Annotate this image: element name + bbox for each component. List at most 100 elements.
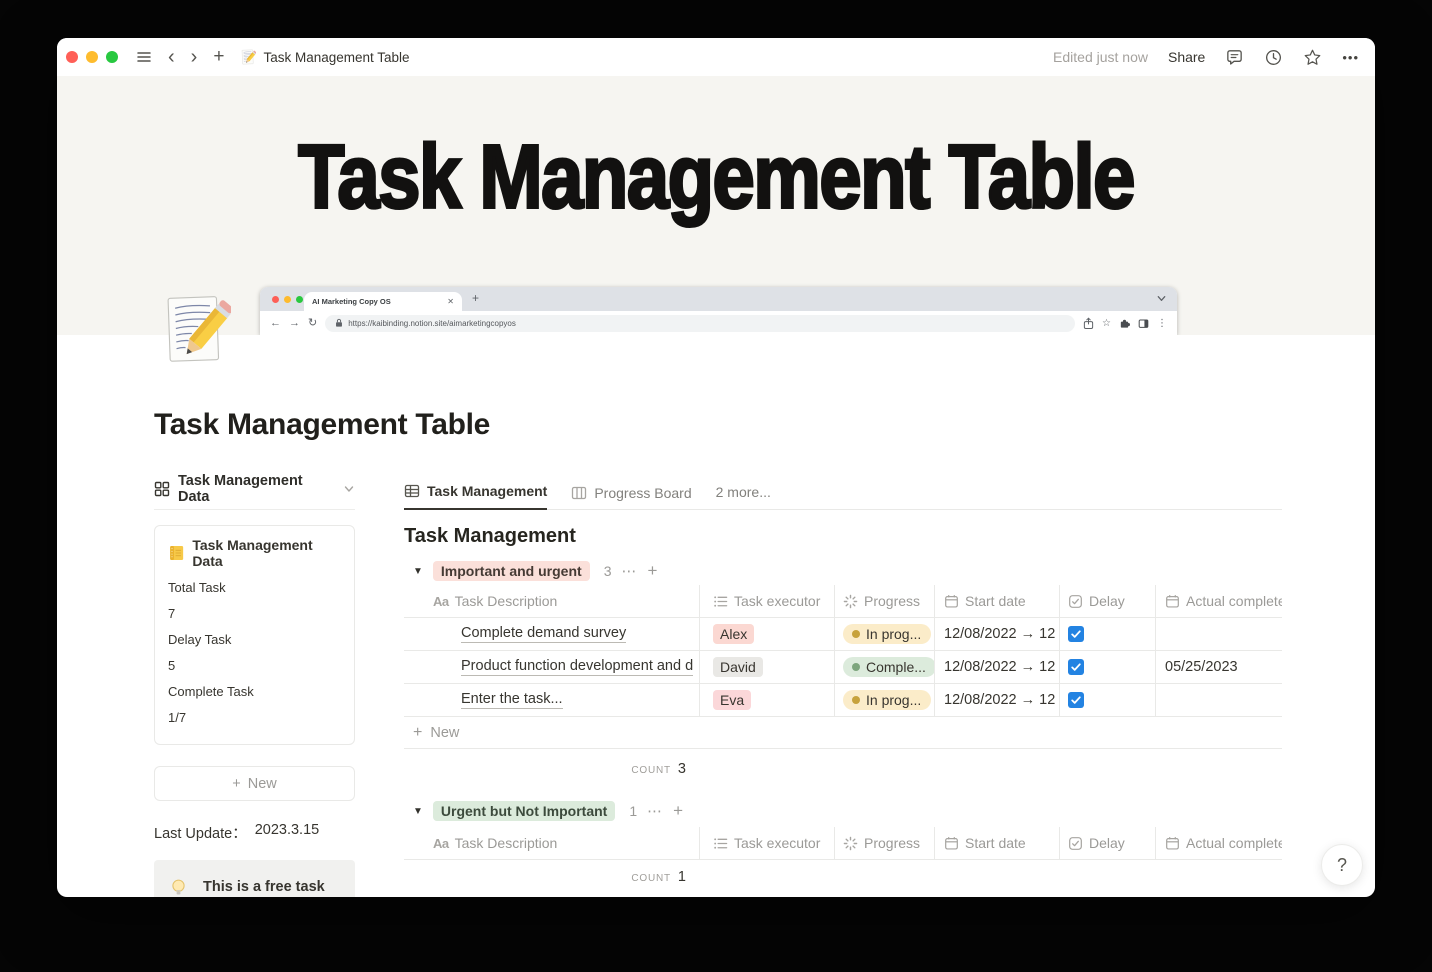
task-title[interactable]: Product function development and d [461,658,694,676]
zoom-window-button[interactable] [106,51,118,63]
cover-browser-tabbar: AI Marketing Copy OS ✕ + [260,287,1177,311]
close-window-button[interactable] [66,51,78,63]
share-upload-icon [1083,317,1094,330]
calendar-icon [1165,836,1180,851]
executor-tag[interactable]: David [713,657,763,677]
executor-tag[interactable]: Eva [713,690,752,710]
sidebar-new-button[interactable]: + New [154,766,355,801]
executor-cell[interactable]: Alex [700,618,835,650]
history-clock-icon[interactable] [1264,48,1283,67]
cover-browser-tab-title: AI Marketing Copy OS [312,297,391,306]
comments-icon[interactable] [1225,48,1244,67]
tab-task-management-label: Task Management [427,483,548,499]
sidebar: Task Management Data Task Management Dat… [154,473,355,897]
progress-tag[interactable]: Comple... [843,657,934,677]
task-title-cell[interactable]: Enter the task... [404,684,700,716]
group-options-icon[interactable]: ⋯ [621,562,637,580]
cover-browser-forward-icon: → [289,316,300,329]
progress-tag[interactable]: In prog... [843,690,932,710]
page-cover[interactable]: Task Management Table AI Marketing Copy … [57,76,1375,335]
forward-button[interactable]: › [191,47,198,67]
task-title-cell[interactable]: Complete demand survey [404,618,700,650]
menu-icon[interactable] [136,49,152,65]
task-title[interactable]: Complete demand survey [461,625,627,643]
main-content: Task Management Progress Board 2 more...… [404,474,1282,894]
share-button[interactable]: Share [1168,49,1205,65]
traffic-lights [66,51,118,63]
text-property-icon: Aa [433,835,449,851]
stat-value-delay-task: 5 [168,658,176,673]
group-add-icon[interactable]: + [647,561,657,581]
memo-page-icon [240,49,256,65]
delay-cell[interactable] [1060,618,1156,650]
executor-cell[interactable]: Eva [700,684,835,716]
group-tag[interactable]: Important and urgent [432,561,590,581]
calendar-icon [944,594,959,609]
check-icon [1070,661,1082,673]
collapse-triangle-icon[interactable]: ▼ [413,806,423,817]
actual-complete-cell[interactable] [1156,618,1282,650]
page-memo-icon[interactable] [159,291,231,367]
sidebar-new-label: New [247,775,277,792]
actual-complete-cell[interactable] [1156,684,1282,716]
data-summary-card[interactable]: Task Management Data Total Task 7 Delay … [154,525,355,745]
column-actual-complete[interactable]: Actual complete [1156,585,1282,617]
column-start-date[interactable]: Start date [935,585,1060,617]
executor-tag[interactable]: Alex [713,624,755,644]
delay-checkbox-checked[interactable] [1068,659,1084,675]
view-select[interactable]: Task Management Data [154,473,355,505]
column-task-description[interactable]: Aa Task Description [404,585,700,617]
delay-cell[interactable] [1060,651,1156,683]
collapse-triangle-icon[interactable]: ▼ [413,566,423,577]
cover-hero-title: Task Management Table [297,126,1137,229]
last-update-value: 2023.3.15 [254,822,320,838]
task-title-cell[interactable]: Product function development and d [404,651,700,683]
start-date-cell[interactable]: 12/08/2022 → 12 [935,618,1060,650]
minimize-window-button[interactable] [86,51,98,63]
tab-progress-board[interactable]: Progress Board [571,485,692,510]
plus-icon: + [413,723,423,741]
date-range: 12/08/2022 → 12 [944,626,1056,642]
column-task-executor[interactable]: Task executor [700,827,835,859]
new-tab-button[interactable]: + [213,46,224,68]
more-options-icon[interactable]: ••• [1342,50,1359,65]
column-task-description[interactable]: Aa Task Description [404,827,700,859]
count-aggregate[interactable]: COUNT 1 [404,869,700,885]
column-task-executor[interactable]: Task executor [700,585,835,617]
cover-browser-toolbar: ← → ↻ https://kaibinding.notion.site/aim… [260,311,1177,335]
help-button[interactable]: ? [1321,844,1363,886]
cover-browser-toolbar-icons: ☆ ⋮ [1083,317,1167,330]
progress-label: In prog... [866,626,922,642]
group-options-icon[interactable]: ⋯ [647,802,663,820]
column-progress[interactable]: Progress [835,827,935,859]
count-aggregate[interactable]: COUNT 3 [404,761,700,777]
progress-tag[interactable]: In prog... [843,624,932,644]
delay-checkbox-checked[interactable] [1068,626,1084,642]
delay-cell[interactable] [1060,684,1156,716]
favorite-star-icon[interactable] [1303,48,1322,67]
tab-task-management[interactable]: Task Management [404,483,548,510]
task-title[interactable]: Enter the task... [461,691,563,709]
progress-cell[interactable]: In prog... [835,684,935,716]
actual-complete-cell[interactable]: 05/25/2023 [1156,651,1282,683]
start-date-cell[interactable]: 12/08/2022 → 12 [935,684,1060,716]
column-actual-complete[interactable]: Actual complete [1156,827,1282,859]
add-row-button[interactable]: + New [404,717,1282,749]
titlebar-document[interactable]: Task Management Table [240,49,410,65]
progress-cell[interactable]: Comple... [835,651,935,683]
back-button[interactable]: ‹ [168,47,175,67]
executor-cell[interactable]: David [700,651,835,683]
column-delay[interactable]: Delay [1060,585,1156,617]
progress-cell[interactable]: In prog... [835,618,935,650]
edited-status: Edited just now [1053,49,1148,65]
group-add-icon[interactable]: + [673,801,683,821]
tabs-more-link[interactable]: 2 more... [716,484,771,509]
column-delay[interactable]: Delay [1060,827,1156,859]
aggregate-row: COUNT 3 [404,749,1282,788]
calendar-icon [1165,594,1180,609]
delay-checkbox-checked[interactable] [1068,692,1084,708]
column-progress[interactable]: Progress [835,585,935,617]
column-start-date[interactable]: Start date [935,827,1060,859]
group-tag[interactable]: Urgent but Not Important [432,801,616,821]
start-date-cell[interactable]: 12/08/2022 → 12 [935,651,1060,683]
